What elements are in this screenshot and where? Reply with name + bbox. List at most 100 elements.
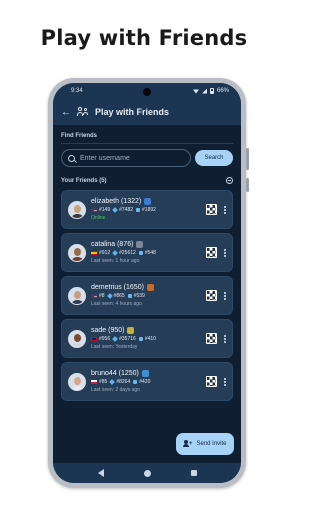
power-button bbox=[246, 178, 249, 192]
friend-name-line: bruno44 (1250) bbox=[91, 370, 201, 377]
camera-icon bbox=[143, 88, 151, 96]
people-icon bbox=[77, 107, 89, 117]
gem-icon bbox=[112, 207, 118, 213]
friend-name-line: catalina (876) bbox=[91, 241, 201, 248]
rank-badge-icon bbox=[141, 370, 149, 377]
rank-badge-icon bbox=[136, 241, 144, 248]
system-nav-bar bbox=[53, 463, 241, 483]
friend-info: elizabeth (1322) #149 #7482 #1892 Online bbox=[91, 198, 201, 221]
rank-badge-icon bbox=[146, 284, 154, 291]
puzzle-icon bbox=[138, 251, 143, 255]
friend-name: elizabeth (1322) bbox=[91, 198, 142, 205]
gem-icon bbox=[106, 293, 113, 299]
friend-stats: #149 #7482 #1892 bbox=[91, 207, 201, 213]
friend-stats: #85 #8264 #420 bbox=[91, 379, 201, 385]
find-friends-label: Find Friends bbox=[61, 133, 97, 139]
friend-card[interactable]: bruno44 (1250) #85 #8264 #420 Last seen:… bbox=[61, 362, 233, 401]
search-box[interactable] bbox=[61, 149, 191, 167]
headline: Play with Friends bbox=[40, 26, 248, 50]
flag-icon bbox=[91, 380, 97, 384]
friend-stats: #956 #35716 #410 bbox=[91, 336, 201, 342]
more-vert-icon[interactable] bbox=[222, 205, 228, 214]
avatar[interactable] bbox=[68, 329, 86, 348]
puzzle-icon bbox=[133, 380, 138, 384]
battery-icon bbox=[209, 88, 214, 94]
gem-icon bbox=[112, 250, 118, 256]
more-vert-icon[interactable] bbox=[222, 334, 228, 343]
puzzle-icon bbox=[136, 208, 141, 212]
friend-info: demetrius (1650) #8 #865 #539 Last seen:… bbox=[91, 284, 201, 307]
friend-card[interactable]: elizabeth (1322) #149 #7482 #1892 Online bbox=[61, 190, 233, 229]
app-screen: 9:34 66% ← Play with Friends Find Friend… bbox=[53, 83, 241, 483]
chessboard-icon[interactable] bbox=[206, 204, 217, 215]
status-time: 9:34 bbox=[71, 88, 83, 94]
friend-stats: #912 #25612 #548 bbox=[91, 250, 201, 256]
sort-icon[interactable] bbox=[226, 177, 233, 184]
flag-icon bbox=[91, 208, 97, 212]
nav-recents-icon[interactable] bbox=[190, 470, 197, 476]
wifi-icon bbox=[192, 89, 199, 94]
gem-icon bbox=[109, 379, 116, 385]
signal-icon bbox=[201, 88, 207, 94]
search-button[interactable]: Search bbox=[195, 150, 233, 166]
puzzle-rank-value: #420 bbox=[139, 379, 151, 385]
search-row: Search bbox=[53, 144, 241, 167]
avatar[interactable] bbox=[68, 286, 86, 305]
arrow-left-icon[interactable]: ← bbox=[61, 107, 71, 118]
puzzle-icon bbox=[138, 337, 143, 341]
rank-value: #956 bbox=[99, 336, 111, 342]
friend-card[interactable]: demetrius (1650) #8 #865 #539 Last seen:… bbox=[61, 276, 233, 315]
gem-rank-value: #865 bbox=[113, 293, 125, 299]
search-input[interactable] bbox=[80, 154, 184, 162]
friend-name: bruno44 (1250) bbox=[91, 370, 139, 377]
gem-rank-value: #25612 bbox=[119, 250, 136, 256]
flag-icon bbox=[91, 294, 97, 298]
more-vert-icon[interactable] bbox=[222, 291, 228, 300]
friend-card[interactable]: catalina (876) #912 #25612 #548 Last see… bbox=[61, 233, 233, 272]
rank-value: #8 bbox=[99, 293, 105, 299]
last-seen: Last seen: Yesterday bbox=[91, 344, 138, 350]
friend-name-line: sade (950) bbox=[91, 327, 201, 334]
status-icons: 66% bbox=[192, 88, 229, 94]
rank-badge-icon bbox=[127, 327, 135, 334]
chessboard-icon[interactable] bbox=[206, 333, 217, 344]
more-vert-icon[interactable] bbox=[222, 248, 228, 257]
rank-value: #149 bbox=[99, 207, 111, 213]
gem-rank-value: #8264 bbox=[116, 379, 131, 385]
puzzle-rank-value: #410 bbox=[144, 336, 156, 342]
gem-rank-value: #35716 bbox=[119, 336, 136, 342]
friend-name-line: demetrius (1650) bbox=[91, 284, 201, 291]
friend-name-line: elizabeth (1322) bbox=[91, 198, 201, 205]
rank-badge-icon bbox=[144, 198, 152, 205]
friend-info: catalina (876) #912 #25612 #548 Last see… bbox=[91, 241, 201, 264]
send-invite-button[interactable]: + Send Invite bbox=[176, 433, 234, 455]
puzzle-rank-value: #548 bbox=[144, 250, 156, 256]
friend-info: sade (950) #956 #35716 #410 Last seen: Y… bbox=[91, 327, 201, 350]
chessboard-icon[interactable] bbox=[206, 376, 217, 387]
avatar[interactable] bbox=[68, 243, 86, 262]
page-title: Play with Friends bbox=[95, 107, 170, 117]
volume-button bbox=[246, 148, 249, 170]
flag-icon bbox=[91, 251, 97, 255]
puzzle-icon bbox=[127, 294, 132, 298]
friend-name: sade (950) bbox=[91, 327, 125, 334]
flag-icon bbox=[91, 337, 97, 341]
last-seen: Online bbox=[91, 215, 106, 221]
last-seen: Last seen: 1 hour ago bbox=[91, 258, 140, 264]
nav-home-icon[interactable] bbox=[143, 469, 151, 477]
avatar[interactable] bbox=[68, 200, 86, 219]
friends-count-label: Your Friends (5) bbox=[61, 177, 107, 184]
chessboard-icon[interactable] bbox=[206, 247, 217, 258]
send-invite-label: Send Invite bbox=[196, 441, 227, 447]
add-person-icon: + bbox=[183, 440, 192, 448]
avatar[interactable] bbox=[68, 372, 86, 391]
puzzle-rank-value: #539 bbox=[133, 293, 145, 299]
more-vert-icon[interactable] bbox=[222, 377, 228, 386]
chessboard-icon[interactable] bbox=[206, 290, 217, 301]
friend-card[interactable]: sade (950) #956 #35716 #410 Last seen: Y… bbox=[61, 319, 233, 358]
last-seen: Last seen: 2 days ago bbox=[91, 387, 140, 393]
search-icon bbox=[68, 154, 75, 162]
nav-back-icon[interactable] bbox=[97, 469, 104, 477]
app-bar: ← Play with Friends bbox=[53, 99, 241, 125]
friend-name: catalina (876) bbox=[91, 241, 134, 248]
